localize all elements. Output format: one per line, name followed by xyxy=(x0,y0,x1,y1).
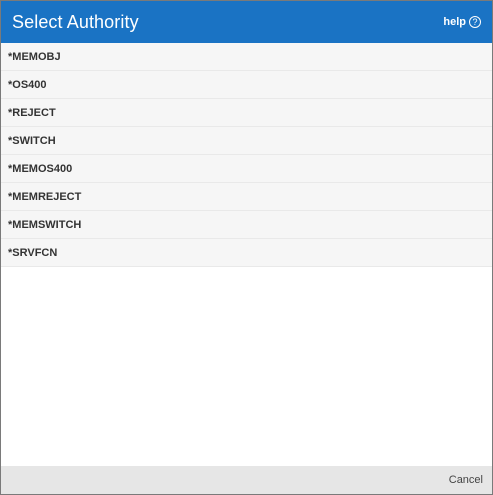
authority-item-os400[interactable]: *OS400 xyxy=(1,71,492,99)
dialog-header: Select Authority help ? xyxy=(1,1,492,43)
authority-item-memswitch[interactable]: *MEMSWITCH xyxy=(1,211,492,239)
dialog-title: Select Authority xyxy=(12,11,139,32)
authority-item-memobj[interactable]: *MEMOBJ xyxy=(1,43,492,71)
select-authority-dialog: Select Authority help ? *MEMOBJ *OS400 *… xyxy=(0,0,493,495)
dialog-footer: Cancel xyxy=(1,466,492,494)
cancel-button[interactable]: Cancel xyxy=(449,474,483,486)
help-label: help xyxy=(443,16,466,28)
authority-item-memreject[interactable]: *MEMREJECT xyxy=(1,183,492,211)
authority-item-reject[interactable]: *REJECT xyxy=(1,99,492,127)
authority-list: *MEMOBJ *OS400 *REJECT *SWITCH *MEMOS400… xyxy=(1,43,492,267)
authority-item-srvfcn[interactable]: *SRVFCN xyxy=(1,239,492,267)
help-circle-icon: ? xyxy=(469,16,481,28)
authority-item-memos400[interactable]: *MEMOS400 xyxy=(1,155,492,183)
authority-item-switch[interactable]: *SWITCH xyxy=(1,127,492,155)
help-link[interactable]: help ? xyxy=(443,16,481,28)
